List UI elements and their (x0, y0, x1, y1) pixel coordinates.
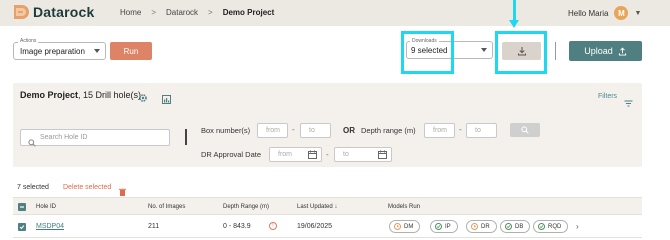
header-last-updated[interactable]: Last Updated ↓ (297, 204, 337, 210)
sort-down-icon[interactable]: ↓ (334, 204, 337, 210)
or-label: OR (343, 126, 355, 135)
project-name: Demo Project (20, 90, 79, 100)
delete-selected-button[interactable]: Delete selected (63, 184, 111, 191)
box-to-input[interactable]: to (300, 123, 331, 138)
last-updated: 19/06/2025 (297, 223, 333, 230)
check-icon (538, 223, 545, 230)
chevron-right-icon[interactable]: › (576, 222, 579, 231)
breadcrumb-datarock[interactable]: Datarock (166, 8, 198, 17)
depth-range-label: Depth range (m) (361, 126, 416, 135)
table-header: Hole ID No. of Images Depth Range (m) La… (13, 197, 642, 215)
header-models: Models Run (388, 204, 421, 210)
gear-icon[interactable] (138, 90, 148, 108)
calendar-icon[interactable] (308, 150, 317, 159)
selected-count: 7 selected (17, 184, 49, 191)
clock-icon (394, 223, 401, 230)
depth-range: 0 - 843.9 (223, 223, 251, 230)
box-number-label: Box number(s) (201, 126, 251, 135)
dr-approval-label: DR Approval Date (201, 150, 262, 159)
depth-to-input[interactable]: to (466, 123, 497, 138)
actions-select[interactable]: Image preparation (13, 42, 106, 60)
download-button-highlight (495, 31, 547, 74)
model-pill-ip[interactable]: IP (430, 220, 458, 233)
table-row[interactable]: MSDP04 211 0 - 843.9 ! 19/06/2025 DM IP … (13, 216, 642, 238)
depth-from-input[interactable]: from (424, 123, 455, 138)
calendar-icon[interactable] (378, 150, 387, 159)
search-hole-input[interactable]: Search Hole ID (20, 129, 170, 147)
search-placeholder: Search Hole ID (40, 134, 88, 141)
user-menu[interactable]: Hello Maria M ▼ (568, 6, 641, 20)
model-pill-dm[interactable]: DM (389, 220, 421, 233)
upload-label: Upload (584, 46, 613, 56)
caret-down-icon (94, 49, 100, 53)
run-button[interactable]: Run (110, 42, 152, 60)
range-dash: - (292, 125, 295, 134)
breadcrumb-home[interactable]: Home (120, 8, 141, 17)
chevron-down-icon[interactable]: ▼ (634, 10, 641, 17)
downloads-highlight (401, 31, 454, 74)
range-dash: - (326, 150, 329, 159)
breadcrumb-separator: > (151, 8, 157, 17)
range-dash: - (459, 125, 462, 134)
filters-toggle[interactable]: Filters (598, 93, 617, 100)
logo-mark-icon (13, 3, 31, 21)
hole-id-link[interactable]: MSDP04 (36, 223, 64, 230)
model-pill-rqd[interactable]: RQD (533, 220, 569, 233)
approval-to-placeholder: to (343, 151, 349, 158)
apply-search-button[interactable] (510, 123, 540, 137)
project-title: Demo Project , 15 Drill hole(s) (20, 90, 141, 100)
header-images[interactable]: No. of Images (148, 204, 185, 210)
model-label: DB (515, 223, 524, 230)
row-checkbox[interactable] (18, 223, 26, 231)
filter-lines-icon[interactable] (624, 94, 633, 112)
caret-down-icon (481, 48, 487, 52)
select-all-checkbox[interactable] (18, 203, 26, 211)
breadcrumb: Home > Datarock > Demo Project (120, 8, 274, 17)
breadcrumb-separator: > (208, 8, 213, 17)
avatar[interactable]: M (614, 6, 629, 20)
annotation-arrow-head (509, 20, 519, 28)
header-depth[interactable]: Depth Range (m) (223, 204, 269, 210)
check-icon (435, 223, 442, 230)
chart-icon[interactable] (162, 91, 171, 109)
images-count: 211 (148, 223, 160, 230)
model-pill-db[interactable]: DB (500, 220, 531, 233)
search-icon (28, 134, 36, 152)
approval-from-input[interactable]: from (269, 147, 322, 162)
brand-logo[interactable]: Datarock (13, 3, 95, 21)
model-label: IP (445, 223, 451, 230)
user-greeting: Hello Maria (568, 8, 609, 18)
search-icon (521, 126, 529, 134)
model-pill-dr[interactable]: DR (466, 220, 497, 233)
warning-icon[interactable]: ! (269, 222, 277, 230)
drill-hole-count: , 15 Drill hole(s) (78, 90, 142, 100)
approval-to-input[interactable]: to (334, 147, 392, 162)
upload-icon (618, 47, 626, 56)
toolbar-divider (555, 42, 556, 60)
clock-icon (471, 223, 478, 230)
model-label: DR (481, 223, 490, 230)
model-label: RQD (548, 223, 562, 230)
actions-value: Image preparation (20, 47, 85, 56)
breadcrumb-current: Demo Project (222, 8, 275, 17)
filter-divider (185, 129, 187, 145)
model-label: DM (404, 223, 414, 230)
brand-name: Datarock (33, 4, 95, 20)
annotation-arrow (513, 0, 516, 22)
box-from-input[interactable]: from (257, 123, 288, 138)
approval-from-placeholder: from (278, 151, 292, 158)
upload-button[interactable]: Upload (569, 41, 642, 61)
header-last-updated-label: Last Updated (297, 204, 333, 210)
actions-label: Actions (18, 38, 39, 44)
check-icon (505, 223, 512, 230)
header-hole-id[interactable]: Hole ID (36, 204, 56, 210)
